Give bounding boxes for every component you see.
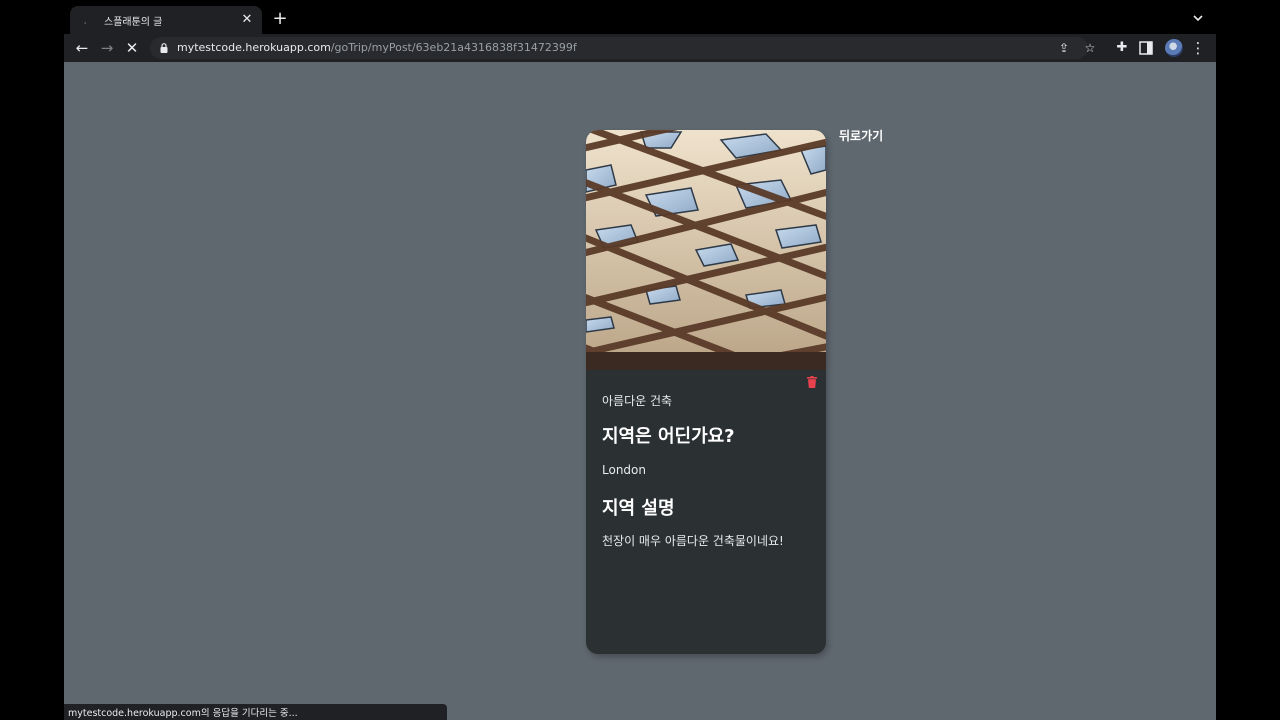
tab-title: 스플래툰의 글: [104, 17, 163, 28]
status-text: mytestcode.herokuapp.com의 응답을 기다리는 중...: [68, 708, 298, 719]
browser-tab[interactable]: ˌ 스플래툰의 글 ✕: [70, 6, 262, 34]
status-bubble: mytestcode.herokuapp.com의 응답을 기다리는 중...: [64, 704, 447, 720]
back-arrow-icon[interactable]: ←: [72, 38, 92, 58]
close-icon[interactable]: ✕: [238, 11, 256, 29]
trash-icon[interactable]: [807, 376, 817, 388]
address-bar[interactable]: mytestcode.herokuapp.com/goTrip/myPost/6…: [150, 37, 1095, 59]
post-card: 아름다운 건축 지역은 어딘가요? London 지역 설명 천장이 매우 아름…: [586, 130, 826, 654]
profile-avatar[interactable]: [1165, 39, 1183, 57]
extensions-icon[interactable]: ✚: [1112, 38, 1132, 58]
post-category: 아름다운 건축: [602, 394, 673, 408]
share-icon[interactable]: ⇪: [1056, 40, 1072, 56]
post-location: London: [602, 463, 646, 477]
back-link[interactable]: 뒤로가기: [839, 127, 883, 144]
post-description: 천장이 매우 아름다운 건축물이네요!: [602, 534, 784, 548]
forward-arrow-icon[interactable]: →: [97, 38, 117, 58]
stop-loading-icon[interactable]: ✕: [122, 38, 142, 58]
kebab-menu-icon[interactable]: ⋮: [1188, 38, 1208, 58]
plus-icon[interactable]: +: [270, 9, 290, 29]
right-letterbox: [1216, 0, 1280, 720]
lock-icon: [160, 43, 168, 53]
star-icon[interactable]: ☆: [1082, 40, 1098, 56]
url-path: /goTrip/myPost/63eb21a4316838f31472399f: [330, 41, 577, 54]
description-heading: 지역 설명: [602, 498, 675, 519]
side-panel-icon[interactable]: [1139, 41, 1153, 55]
left-letterbox: [0, 0, 64, 720]
url-host: mytestcode.herokuapp.com: [177, 41, 331, 54]
location-question-heading: 지역은 어딘가요?: [602, 426, 735, 447]
chevron-down-icon[interactable]: [1190, 10, 1206, 26]
post-photo: [586, 130, 826, 370]
tab-strip: ˌ 스플래툰의 글 ✕ +: [64, 0, 1216, 34]
loading-favicon-icon: ˌ: [84, 16, 87, 25]
url-text[interactable]: mytestcode.herokuapp.com/goTrip/myPost/6…: [177, 41, 577, 54]
browser-toolbar: ← → ✕ mytestcode.herokuapp.com/goTrip/my…: [64, 34, 1216, 62]
